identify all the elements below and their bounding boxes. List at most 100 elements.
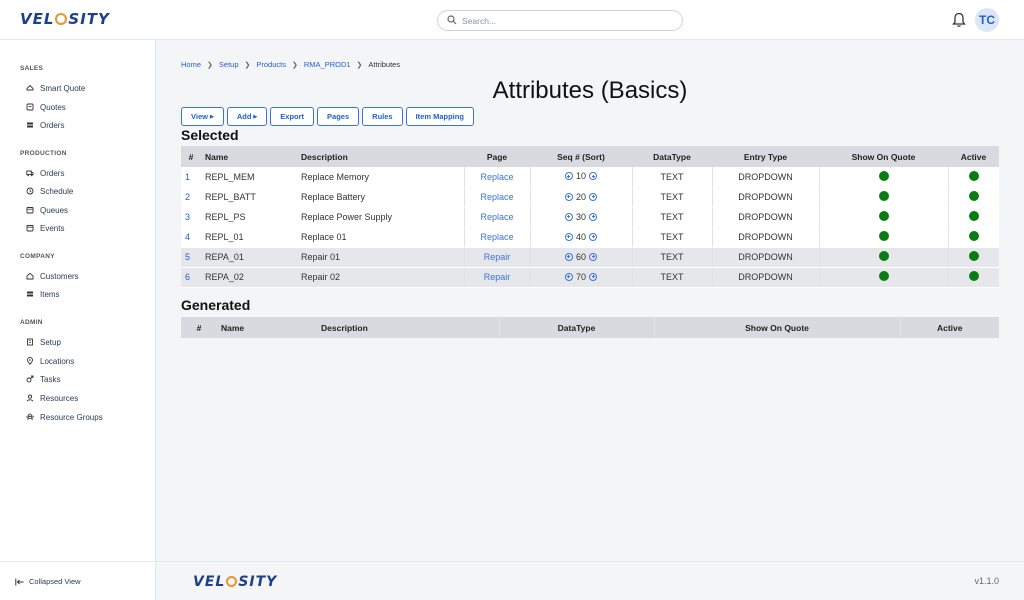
- bell-icon[interactable]: [952, 12, 966, 28]
- sidebar-item-resource-groups[interactable]: Resource Groups: [26, 411, 103, 423]
- table-row[interactable]: 1 REPL_MEM Replace Memory Replace 10 TEX…: [181, 167, 999, 188]
- row-number[interactable]: 6: [181, 267, 201, 288]
- sidebar-item-label: Orders: [40, 168, 65, 178]
- search-icon: [447, 15, 457, 25]
- breadcrumb-home[interactable]: Home: [181, 60, 201, 69]
- row-entry-type: DROPDOWN: [711, 267, 819, 288]
- sidebar-item-quotes[interactable]: Quotes: [26, 101, 66, 113]
- seq-down-icon[interactable]: [589, 232, 597, 241]
- column-header[interactable]: Seq # (Sort): [530, 146, 632, 167]
- avatar[interactable]: TC: [975, 8, 999, 32]
- column-header[interactable]: Active: [899, 317, 999, 338]
- seq-down-icon[interactable]: [589, 192, 597, 201]
- item-mapping-button[interactable]: Item Mapping: [405, 107, 474, 126]
- row-page-link[interactable]: Replace: [463, 187, 530, 208]
- seq-up-icon[interactable]: [564, 212, 573, 221]
- row-page-link[interactable]: Repair: [463, 247, 530, 268]
- caret-right-icon: ▶: [209, 113, 214, 120]
- export-button[interactable]: Export: [270, 107, 315, 126]
- show-on-quote-dot-icon: [878, 170, 889, 181]
- seq-up-icon[interactable]: [564, 272, 573, 281]
- table-row[interactable]: 2 REPL_BATT Replace Battery Replace 20 T…: [181, 187, 999, 208]
- column-header[interactable]: Active: [948, 146, 999, 167]
- sidebar-item-customers[interactable]: Customers: [26, 270, 79, 282]
- row-seq: 40: [575, 231, 586, 242]
- table-row[interactable]: 3 REPL_PS Replace Power Supply Replace 3…: [181, 207, 999, 228]
- sidebar-item-label: Resources: [40, 393, 79, 403]
- search-input[interactable]: [462, 13, 672, 28]
- table-row[interactable]: 4 REPL_01 Replace 01 Replace 40 TEXT DRO…: [181, 227, 999, 248]
- column-header[interactable]: Description: [297, 146, 464, 167]
- sidebar-item-label: Tasks: [40, 374, 61, 384]
- row-number[interactable]: 1: [181, 167, 201, 188]
- table-row[interactable]: 5 REPA_01 Repair 01 Repair 60 TEXT DROPD…: [181, 247, 999, 268]
- sidebar-item-schedule[interactable]: Schedule: [26, 185, 73, 197]
- column-header[interactable]: #: [181, 146, 201, 167]
- row-number[interactable]: 5: [181, 247, 201, 268]
- column-header[interactable]: Page: [464, 146, 530, 167]
- column-header[interactable]: Description: [317, 317, 499, 338]
- sidebar-item-smart-quote[interactable]: Smart Quote: [26, 82, 85, 94]
- seq-down-icon[interactable]: [589, 272, 597, 281]
- column-header[interactable]: DataType: [632, 146, 712, 167]
- search-box[interactable]: [437, 10, 683, 31]
- column-header[interactable]: Name: [201, 146, 297, 167]
- column-header[interactable]: Name: [217, 317, 317, 338]
- sidebar-item-tasks[interactable]: Tasks: [26, 373, 60, 385]
- sidebar-item-label: Events: [40, 223, 65, 233]
- row-page-link[interactable]: Repair: [463, 267, 530, 288]
- column-header[interactable]: DataType: [498, 317, 654, 338]
- sidebar-item-resources[interactable]: Resources: [26, 392, 78, 404]
- rules-button[interactable]: Rules: [362, 107, 403, 126]
- row-page-link[interactable]: Replace: [463, 167, 530, 188]
- row-entry-type: DROPDOWN: [711, 227, 819, 248]
- add-button[interactable]: Add ▶: [226, 107, 268, 126]
- view-button[interactable]: View ▶: [181, 107, 224, 126]
- active-dot-icon: [968, 251, 979, 261]
- row-number[interactable]: 4: [181, 227, 201, 248]
- sidebar-item-label: Queues: [40, 205, 69, 215]
- sidebar-item-locations[interactable]: Locations: [26, 355, 74, 367]
- sidebar-item-production-orders[interactable]: Orders: [26, 167, 64, 179]
- column-header[interactable]: Entry Type: [712, 146, 819, 167]
- seq-up-icon[interactable]: [564, 172, 573, 181]
- row-page-link[interactable]: Replace: [463, 227, 530, 248]
- document-icon: [26, 103, 34, 111]
- row-seq: 30: [575, 211, 586, 222]
- sidebar-item-events[interactable]: Events: [26, 222, 64, 234]
- pages-button[interactable]: Pages: [317, 107, 360, 126]
- seq-up-icon[interactable]: [564, 192, 573, 201]
- seq-up-icon[interactable]: [564, 232, 573, 241]
- row-name: REPL_01: [201, 227, 297, 248]
- velosity-logo[interactable]: VEL SITY: [20, 10, 110, 28]
- row-entry-type: DROPDOWN: [711, 247, 819, 268]
- column-header[interactable]: Show On Quote: [653, 317, 900, 338]
- row-datatype: TEXT: [631, 267, 712, 288]
- row-number[interactable]: 3: [181, 207, 201, 228]
- breadcrumb-products[interactable]: Products: [256, 60, 286, 69]
- toolbar: View ▶ Add ▶ Export Pages Rules Item Mappi…: [181, 107, 474, 126]
- sidebar-section-admin: ADMIN: [20, 319, 43, 326]
- breadcrumb-product[interactable]: RMA_PROD1: [304, 60, 351, 69]
- column-header[interactable]: #: [181, 317, 217, 338]
- sidebar-item-setup[interactable]: Setup: [26, 336, 61, 348]
- table-row[interactable]: 6 REPA_02 Repair 02 Repair 70 TEXT DROPD…: [181, 267, 999, 288]
- selected-table: # Name Description Page Seq # (Sort) Dat…: [181, 146, 999, 288]
- seq-up-icon[interactable]: [564, 252, 573, 261]
- seq-down-icon[interactable]: [589, 252, 597, 261]
- collapse-view-button[interactable]: Collapsed View: [15, 577, 81, 586]
- row-page-link[interactable]: Replace: [463, 207, 530, 228]
- sidebar-item-items[interactable]: Items: [26, 288, 60, 300]
- breadcrumb-setup[interactable]: Setup: [219, 60, 239, 69]
- column-header[interactable]: Show On Quote: [819, 146, 948, 167]
- row-description: Replace Memory: [297, 167, 464, 188]
- seq-down-icon[interactable]: [589, 212, 597, 221]
- row-description: Repair 01: [297, 247, 464, 268]
- sidebar-item-queues[interactable]: Queues: [26, 204, 68, 216]
- seq-down-icon[interactable]: [589, 172, 597, 181]
- row-number[interactable]: 2: [181, 187, 201, 208]
- row-description: Replace Battery: [297, 187, 464, 208]
- row-datatype: TEXT: [631, 187, 712, 208]
- sidebar-item-orders[interactable]: Orders: [26, 119, 64, 131]
- sidebar-item-label: Customers: [40, 271, 79, 281]
